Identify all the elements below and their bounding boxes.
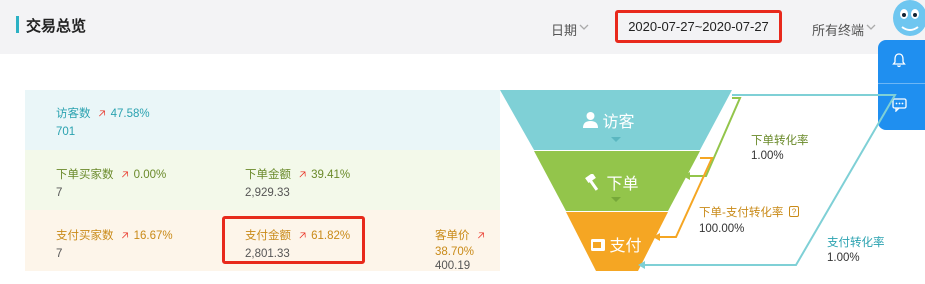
hammer-icon — [585, 172, 606, 193]
conversion-value: 100.00% — [699, 223, 745, 235]
arrow-up-icon: 🡥 — [477, 230, 485, 242]
metric-label: 支付买家数 — [56, 230, 114, 242]
chat-icon — [892, 97, 907, 117]
chevron-down-icon[interactable] — [579, 22, 589, 34]
metric-label: 客单价 — [435, 230, 470, 242]
metric-value: 2,929.33 — [245, 187, 290, 199]
card-icon — [591, 238, 609, 255]
pay-conversion-rate: 支付转化率 1.00% — [827, 236, 885, 266]
metric-value: 7 — [56, 248, 63, 260]
order-pay-conversion-rate: 下单-支付转化率 ? 100.00% — [699, 206, 799, 237]
metric-avg-order-value: 客单价 🡥38.70% 400.19 — [435, 227, 500, 272]
metric-value: 400.19 — [435, 260, 471, 272]
stage-label-order: 下单 — [585, 170, 638, 194]
order-conversion-rate: 下单转化率 1.00% — [751, 134, 809, 164]
metric-order-buyers: 下单买家数 🡥 0.00% 7 — [56, 166, 166, 199]
conversion-value: 1.00% — [827, 252, 860, 264]
metric-change: 38.70% — [435, 246, 475, 258]
metric-order-amount: 下单金额 🡥 39.41% 2,929.33 — [245, 166, 350, 199]
conversion-label: 支付转化率 — [827, 237, 885, 249]
visitor-metrics-row: 访客数 🡥 47.58% 701 — [25, 90, 500, 150]
svg-text:?: ? — [791, 208, 796, 217]
metric-change: 0.00% — [133, 169, 167, 181]
page-title: 交易总览 — [26, 18, 87, 35]
chevron-down-icon[interactable] — [866, 22, 876, 34]
floating-side-panel — [878, 40, 925, 130]
date-range-picker[interactable]: 2020-07-27~2020-07-27 — [615, 10, 782, 43]
terminal-filter-select[interactable]: 所有终端 — [812, 20, 864, 39]
arrow-up-icon: 🡥 — [121, 169, 129, 181]
metric-visitors: 访客数 🡥 47.58% 701 — [56, 105, 150, 138]
metric-change: 16.67% — [133, 230, 173, 242]
metric-pay-buyers: 支付买家数 🡥 16.67% 7 — [56, 227, 173, 260]
metric-value: 701 — [56, 126, 76, 138]
mascot-avatar[interactable] — [884, 0, 925, 40]
conversion-label: 下单-支付转化率 — [699, 207, 784, 219]
pay-amount-highlight — [222, 216, 365, 264]
metric-change: 39.41% — [311, 169, 351, 181]
stage-label-visitor: 访客 — [583, 108, 634, 132]
arrow-up-icon: 🡥 — [299, 169, 307, 181]
chat-button[interactable] — [878, 86, 925, 128]
conversion-value: 1.00% — [751, 150, 784, 162]
stage-name: 支付 — [609, 238, 642, 255]
date-filter-label[interactable]: 日期 — [551, 20, 577, 39]
metric-value: 7 — [56, 187, 63, 199]
metric-label: 访客数 — [56, 108, 91, 120]
metric-label: 下单金额 — [245, 169, 291, 181]
stage-name: 下单 — [606, 176, 639, 193]
order-conversion-connector — [690, 97, 742, 177]
title-accent-bar — [16, 16, 19, 33]
order-metrics-row: 下单买家数 🡥 0.00% 7 下单金额 🡥 39.41% 2,929.33 — [25, 150, 500, 210]
user-icon — [583, 112, 602, 131]
notification-button[interactable] — [878, 42, 925, 84]
stage-label-pay: 支付 — [591, 232, 641, 256]
page-header: 交易总览 日期 2020-07-27~2020-07-27 所有终端 — [0, 0, 925, 54]
metric-label: 下单买家数 — [56, 169, 114, 181]
conversion-label: 下单转化率 — [751, 135, 809, 147]
help-icon[interactable]: ? — [788, 206, 799, 222]
stage-name: 访客 — [602, 114, 635, 131]
arrow-up-icon: 🡥 — [98, 108, 106, 120]
metric-change: 47.58% — [110, 108, 150, 120]
arrow-up-icon: 🡥 — [121, 230, 129, 242]
bell-icon — [892, 52, 906, 73]
